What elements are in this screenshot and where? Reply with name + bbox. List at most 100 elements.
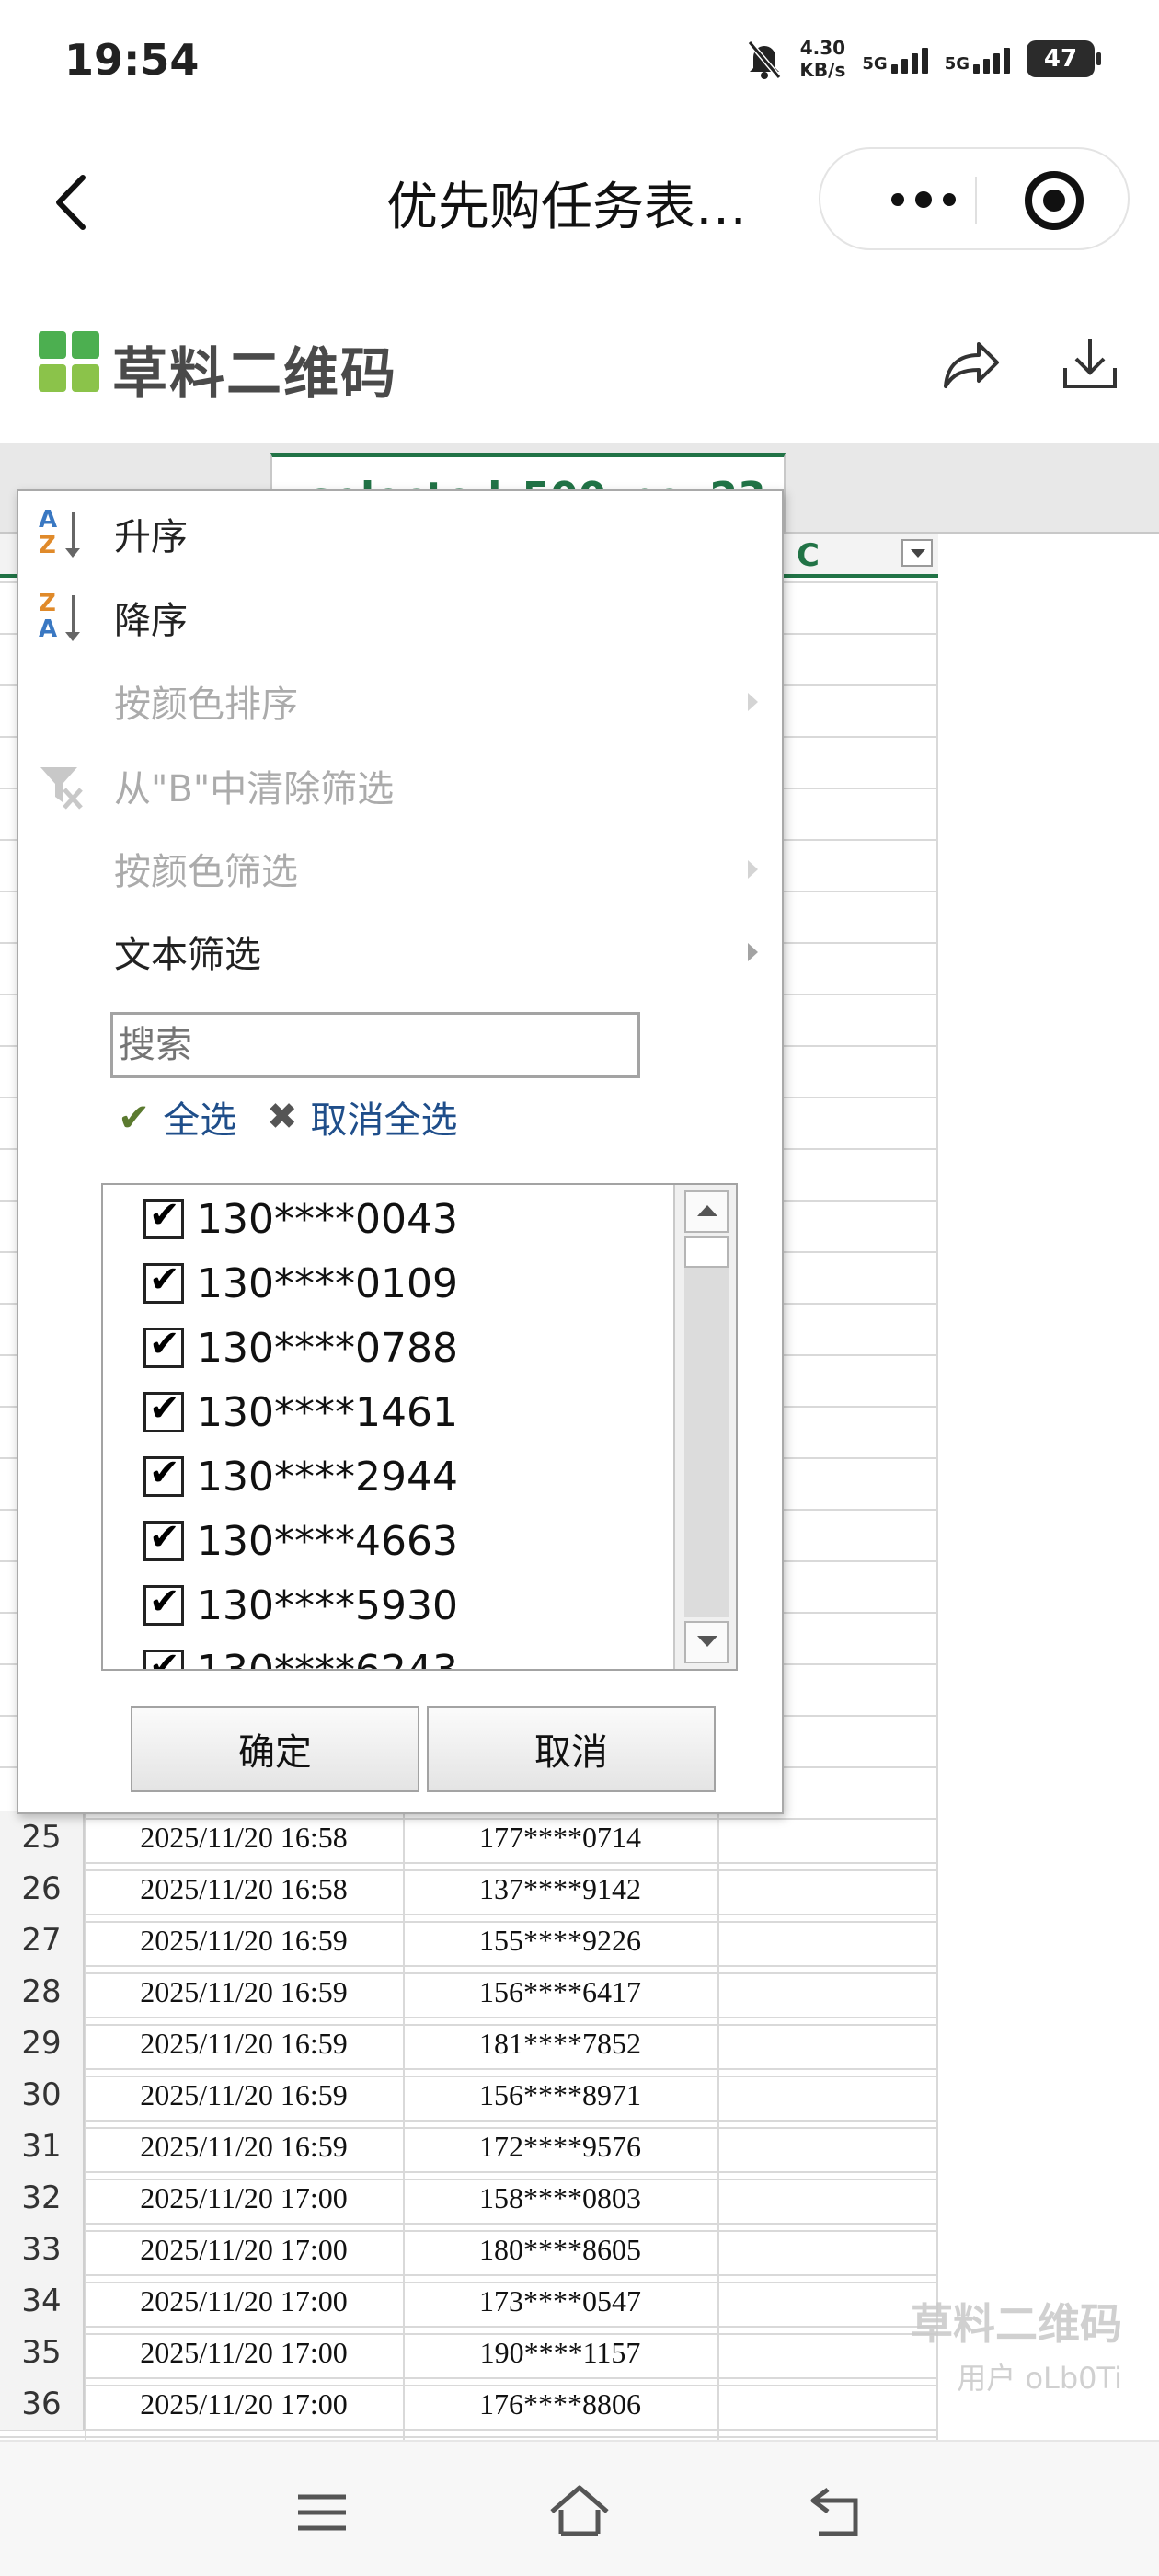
table-row[interactable]: 32 2025/11/20 17:00 158****0803 [0,2172,938,2225]
table-row[interactable]: 29 2025/11/20 16:59 181****7852 [0,2018,938,2070]
more-dots-icon[interactable] [868,177,979,223]
table-row[interactable]: 35 2025/11/20 17:00 190****1157 [0,2327,938,2379]
menu-filter-by-color: 按颜色筛选 [18,832,782,905]
status-indicators: 4.30 KB/s 5G 5G 47 [746,37,1101,81]
cell-phone[interactable]: 176****8806 [403,2387,717,2421]
select-all-label: 全选 [163,1099,237,1142]
value-label: 130****2944 [197,1453,458,1501]
table-row[interactable]: 27 2025/11/20 16:59 155****9226 [0,1915,938,1967]
menu-icon[interactable] [285,2480,359,2545]
cell-datetime[interactable]: 2025/11/20 17:00 [85,2284,403,2318]
checkbox-checked[interactable] [143,1516,184,1561]
table-row[interactable]: 33 2025/11/20 17:00 180****8605 [0,2224,938,2276]
cell-datetime[interactable]: 2025/11/20 17:00 [85,2336,403,2370]
scroll-up-icon[interactable] [684,1190,729,1233]
scrollbar-track[interactable] [684,1236,729,1617]
brand-logo-icon [39,331,103,396]
menu-clear-filter: 从"B"中清除筛选 [18,749,782,822]
checkbox-checked[interactable] [143,1645,184,1669]
cell-datetime[interactable]: 2025/11/20 16:58 [85,1821,403,1855]
row-number: 35 [0,2327,85,2378]
menu-label: 降序 [114,600,188,642]
menu-text-filter[interactable]: 文本筛选 [18,914,782,988]
home-icon[interactable] [543,2480,616,2545]
cell-phone[interactable]: 155****9226 [403,1924,717,1958]
watermark-brand: 草料二维码 [911,2299,1122,2349]
cell-datetime[interactable]: 2025/11/20 16:59 [85,1975,403,2009]
search-input[interactable] [110,1012,640,1078]
table-row[interactable]: 30 2025/11/20 16:59 156****8971 [0,2069,938,2122]
cell-datetime[interactable]: 2025/11/20 16:59 [85,1924,403,1958]
submenu-arrow-icon [748,943,758,961]
app-header: 草料二维码 [0,304,1159,414]
target-record-icon[interactable] [1025,171,1084,230]
checkbox-checked[interactable] [143,1581,184,1626]
filter-dropdown-icon[interactable] [901,539,933,567]
net-speed: 4.30 KB/s [799,37,845,81]
list-item[interactable]: 130****0788 [143,1316,458,1380]
table-row[interactable]: 26 2025/11/20 16:58 137****9142 [0,1863,938,1915]
cancel-button[interactable]: 取消 [427,1706,716,1792]
column-header-c[interactable]: C [791,534,938,578]
cell-datetime[interactable]: 2025/11/20 17:00 [85,2233,403,2267]
row-number: 32 [0,2172,85,2224]
list-item[interactable]: 130****4663 [143,1509,458,1573]
scroll-down-icon[interactable] [684,1621,729,1663]
table-row[interactable]: 25 2025/11/20 16:58 177****0714 [0,1811,938,1864]
menu-sort-descending[interactable]: ZA 降序 [18,581,782,654]
cell-datetime[interactable]: 2025/11/20 16:58 [85,1872,403,1906]
checkbox-checked[interactable] [143,1259,184,1304]
checkbox-checked[interactable] [143,1194,184,1239]
list-item[interactable]: 130****5930 [143,1573,458,1638]
submenu-arrow-icon [748,860,758,879]
cell-phone[interactable]: 177****0714 [403,1821,717,1855]
cell-phone[interactable]: 156****6417 [403,1975,717,2009]
cell-phone[interactable]: 158****0803 [403,2181,717,2215]
cell-phone[interactable]: 137****9142 [403,1872,717,1906]
status-time: 19:54 [64,35,200,85]
table-row[interactable]: 28 2025/11/20 16:59 156****6417 [0,1966,938,2018]
checkbox-checked[interactable] [143,1452,184,1497]
cell-phone[interactable]: 190****1157 [403,2336,717,2370]
deselect-all-link[interactable]: ✖ 取消全选 [267,1089,458,1144]
net-speed-unit: KB/s [799,59,846,81]
cell-phone[interactable]: 181****7852 [403,2027,717,2061]
menu-sort-ascending[interactable]: AZ 升序 [18,497,782,570]
menu-label: 按颜色排序 [114,684,298,726]
brand-name: 草料二维码 [112,342,397,407]
list-item[interactable]: 130****0043 [143,1187,458,1251]
cell-phone[interactable]: 156****8971 [403,2078,717,2112]
cell-datetime[interactable]: 2025/11/20 17:00 [85,2387,403,2421]
cell-datetime[interactable]: 2025/11/20 16:59 [85,2027,403,2061]
share-icon[interactable] [938,331,1003,396]
list-item[interactable]: 130****6243 [143,1638,458,1669]
row-number: 29 [0,2018,85,2069]
back-icon[interactable] [800,2480,874,2545]
sort-descending-icon: ZA [35,588,94,647]
table-row[interactable]: 34 2025/11/20 17:00 173****0547 [0,2275,938,2328]
cell-phone[interactable]: 180****8605 [403,2233,717,2267]
checkbox-checked[interactable] [143,1387,184,1432]
cell-datetime[interactable]: 2025/11/20 17:00 [85,2181,403,2215]
system-nav-bar [0,2440,1159,2576]
table-row[interactable]: 31 2025/11/20 16:59 172****9576 [0,2121,938,2173]
select-all-link[interactable]: ✔ 全选 [118,1089,236,1144]
scrollbar-thumb[interactable] [684,1236,729,1268]
data-rows: 25 2025/11/20 16:58 177****0714 26 2025/11/… [0,1811,938,2431]
cell-datetime[interactable]: 2025/11/20 16:59 [85,2130,403,2164]
back-chevron-icon[interactable] [46,170,101,235]
list-item[interactable]: 130****0109 [143,1251,458,1316]
cell-phone[interactable]: 173****0547 [403,2284,717,2318]
ok-button[interactable]: 确定 [131,1706,419,1792]
list-item[interactable]: 130****2944 [143,1444,458,1509]
download-icon[interactable] [1058,331,1122,396]
table-row[interactable]: 36 2025/11/20 17:00 176****8806 [0,2378,938,2431]
cell-datetime[interactable]: 2025/11/20 16:59 [85,2078,403,2112]
checkbox-checked[interactable] [143,1323,184,1368]
cell-phone[interactable]: 172****9576 [403,2130,717,2164]
signal-bars-icon [973,44,1010,74]
list-scrollbar[interactable] [673,1185,736,1669]
menu-sort-by-color: 按颜色排序 [18,664,782,738]
row-number: 28 [0,1966,85,2018]
list-item[interactable]: 130****1461 [143,1380,458,1444]
